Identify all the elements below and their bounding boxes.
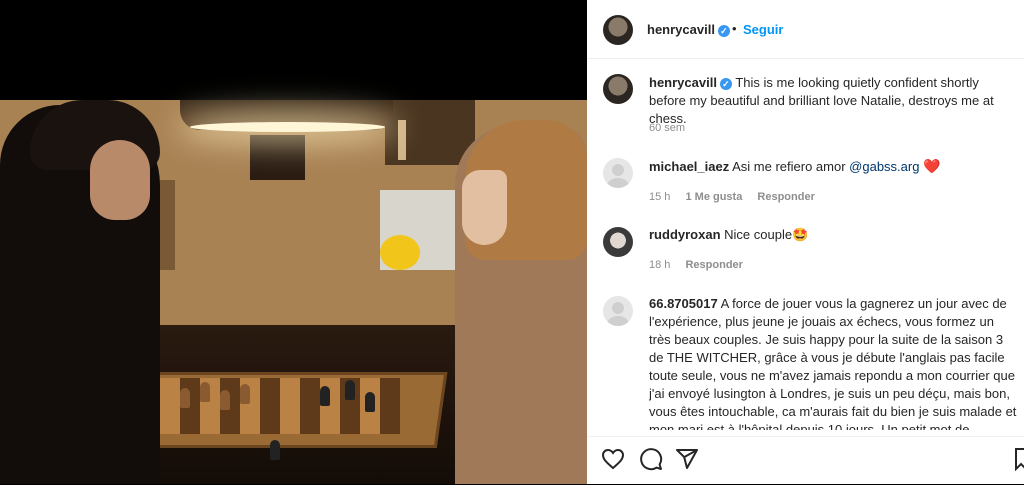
chess-piece [320,386,330,406]
chess-piece [365,392,375,412]
comment-mention-link[interactable]: @gabss.arg [849,159,919,174]
chess-piece [200,382,210,402]
reply-button[interactable]: Responder [685,259,742,271]
author-avatar[interactable] [603,15,633,45]
heart-outline-icon[interactable] [601,447,625,471]
bottle [398,120,406,160]
commenter-avatar[interactable] [603,296,633,326]
chess-scene [0,100,587,484]
author-username[interactable]: henrycavill ✓ [647,22,730,37]
post-panel: henrycavill ✓ • Seguir henrycavill ✓ This … [587,0,1024,484]
chess-piece [220,390,230,410]
reply-button[interactable]: Responder [757,191,814,203]
separator-dot: • [732,21,737,36]
comment: michael_iaez Asi me refiero amor @gabss.… [649,157,1019,176]
verified-badge-icon: ✓ [719,77,732,90]
comment-meta: 15 h 1 Me gusta Responder [649,191,815,203]
follow-button[interactable]: Seguir [743,22,783,37]
chess-piece [345,380,355,400]
wall-frame [250,135,305,180]
post-image[interactable] [0,0,587,484]
caption-username[interactable]: henrycavill ✓ [649,75,732,90]
toy-duck [380,235,420,270]
lamp-glow [190,122,385,132]
bookmark-icon[interactable] [1015,447,1024,471]
comment: ruddyroxan Nice couple🤩 [649,226,1019,244]
chess-piece [240,384,250,404]
commenter-avatar[interactable] [603,158,633,188]
man-face [90,140,150,220]
comment: 66.8705017 A force de jouer vous la gagn… [649,295,1017,430]
chess-piece [180,388,190,408]
chess-piece [270,440,280,460]
action-bar [587,436,1024,485]
post-header: henrycavill ✓ • Seguir [587,0,1024,59]
woman-face [462,170,507,245]
verified-badge-icon: ✓ [717,24,730,37]
comment-time[interactable]: 18 h [649,259,670,271]
caption-timestamp[interactable]: 60 sem [649,122,685,134]
commenter-avatar[interactable] [603,227,633,257]
comment-username[interactable]: michael_iaez [649,159,729,174]
comment-username[interactable]: 66.8705017 [649,296,718,311]
comment-bubble-icon[interactable] [639,447,663,471]
comment-text: Nice couple🤩 [724,227,809,242]
comment-likes-link[interactable]: 1 Me gusta [685,191,742,203]
caption-author-avatar[interactable] [603,74,633,104]
comment-meta: 18 h Responder [649,259,743,271]
heart-emoji: ❤️ [923,158,941,174]
comment-time[interactable]: 15 h [649,191,670,203]
comment-username[interactable]: ruddyroxan [649,227,721,242]
chess-squares [160,378,400,434]
paper-plane-icon[interactable] [675,447,699,471]
caption: henrycavill ✓ This is me looking quietly … [649,74,1019,128]
comment-text: A force de jouer vous la gagnerez un jou… [649,296,1017,430]
comment-text: Asi me refiero amor [732,159,850,174]
